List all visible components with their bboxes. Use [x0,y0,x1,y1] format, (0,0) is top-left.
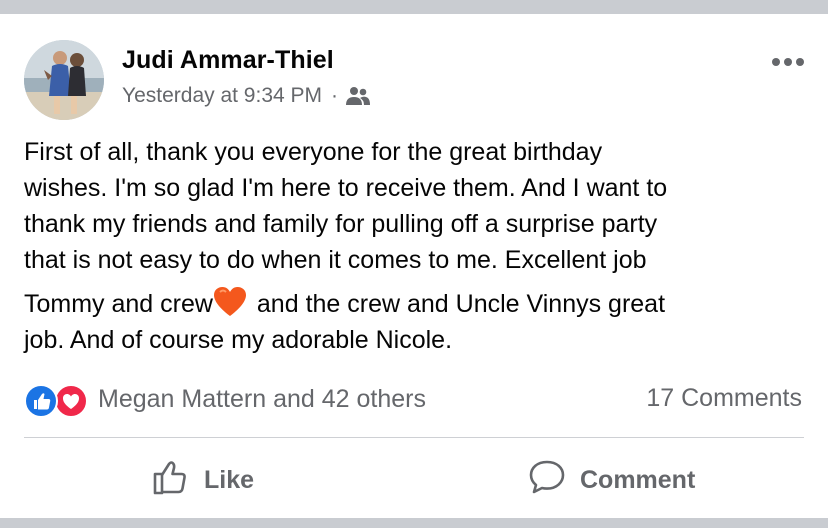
love-reaction-icon [54,384,88,418]
avatar[interactable] [24,40,104,120]
post-text-line: job. And of course my adorable Nicole. [24,326,453,354]
post-text-segment: Tommy and crew [24,290,213,318]
like-label: Like [204,465,255,494]
reactions-count[interactable]: Megan Mattern and 42 others [98,385,426,414]
comment-icon [528,459,566,502]
post-card: Judi Ammar-Thiel Yesterday at 9:34 PM · … [0,14,828,518]
post-text-line: that is not easy to do when it comes to … [24,246,647,274]
feed-separator [0,518,828,528]
friends-icon[interactable] [346,86,371,106]
like-reaction-icon [24,384,58,418]
like-button[interactable]: Like [152,460,254,500]
reaction-icons [24,383,92,418]
post-meta: Yesterday at 9:34 PM · [122,84,371,108]
avatar-photo [24,40,104,120]
meta-separator: · [331,84,339,107]
comments-count[interactable]: 17 Comments [646,384,802,413]
post-text-line: thank my friends and family for pulling … [24,210,658,238]
post-text-line: First of all, thank you everyone for the… [24,138,603,166]
post-text-line: wishes. I'm so glad I'm here to receive … [24,174,668,202]
like-icon [152,458,190,503]
author-name[interactable]: Judi Ammar-Thiel [122,46,334,75]
divider [24,437,804,438]
comment-button[interactable]: Comment [528,460,695,500]
comment-label: Comment [580,465,696,494]
post-text-segment: and the crew and Uncle Vinnys great [256,290,666,318]
post-text-line: Tommy and crew and the crew and Uncle Vi… [24,278,814,322]
post-body: First of all, thank you everyone for the… [24,134,814,358]
more-options-icon[interactable] [770,52,806,72]
reactions-summary[interactable]: Megan Mattern and 42 others [24,382,426,418]
post-timestamp[interactable]: Yesterday at 9:34 PM [122,84,322,108]
